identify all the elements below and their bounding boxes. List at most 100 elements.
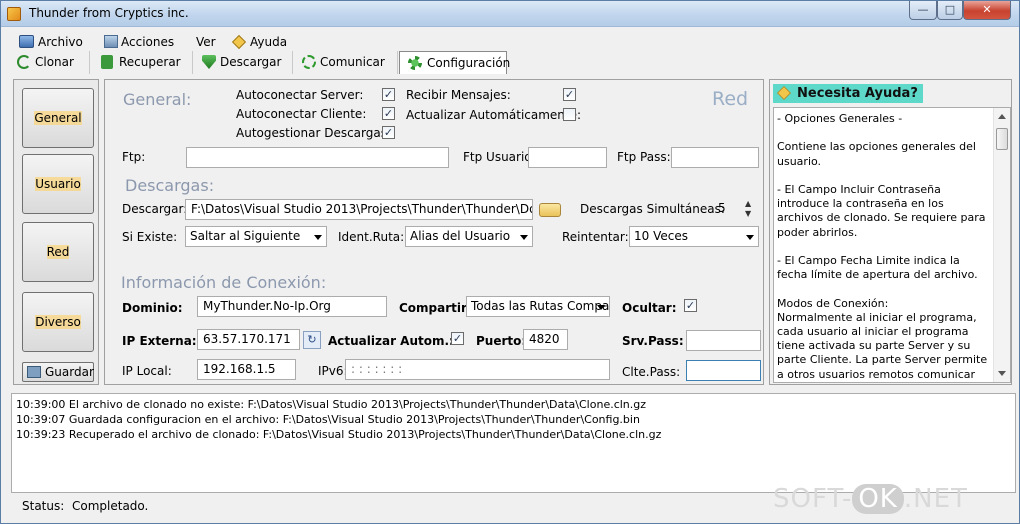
sidebar-item-red[interactable]: Red <box>22 222 94 282</box>
autoconnect-server-checkbox[interactable]: ✓ <box>382 88 395 101</box>
help-title-text: Necesita Ayuda? <box>797 86 918 101</box>
scroll-down-icon[interactable] <box>998 371 1006 376</box>
comunicar-button[interactable]: Comunicar <box>298 51 398 74</box>
menu-ayuda[interactable]: Ayuda <box>231 34 287 50</box>
conexion-section-title: Información de Conexión: <box>121 273 327 292</box>
descargar-path-label: Descargar: <box>122 202 188 216</box>
clte-pass-input[interactable] <box>686 360 761 381</box>
descargar-path-input[interactable]: F:\Datos\Visual Studio 2013\Projects\Thu… <box>185 199 533 220</box>
recuperar-button[interactable]: Recuperar <box>97 51 193 74</box>
reintentar-select[interactable]: 10 Veces <box>629 226 759 247</box>
clte-pass-label: Clte.Pass: <box>622 365 681 379</box>
recibir-mensajes-checkbox[interactable]: ✓ <box>563 88 576 101</box>
simultaneas-label: Descargas Simultáneas: <box>580 202 725 216</box>
puerto-input[interactable]: 4820 <box>523 329 568 350</box>
sidebar-general-label: General <box>34 111 82 125</box>
sidebar-usuario-label: Usuario <box>35 177 81 191</box>
sidebar-item-general[interactable]: General <box>22 88 94 148</box>
browse-folder-icon[interactable] <box>539 203 561 217</box>
menu-ver[interactable]: Ver <box>196 34 216 50</box>
reintentar-value: 10 Veces <box>634 229 688 243</box>
ftp-user-input[interactable] <box>528 147 607 168</box>
srv-pass-input[interactable] <box>686 330 761 351</box>
settings-panel: General: Red Autoconectar Server: ✓ Auto… <box>104 79 764 385</box>
menu-acciones[interactable]: Acciones <box>102 34 174 50</box>
configuracion-tab[interactable]: Configuración <box>399 51 511 74</box>
watermark-ok: OK <box>852 484 904 514</box>
ipv6-input[interactable]: : : : : : : : <box>345 359 610 380</box>
recuperar-icon <box>101 55 113 69</box>
help-textbox[interactable]: - Opciones Generales - Contiene las opci… <box>773 107 1011 383</box>
compartir-value: Todas las Rutas Compa <box>471 299 610 313</box>
autoconnect-server-label: Autoconectar Server: <box>236 88 364 102</box>
help-pane: Necesita Ayuda? - Opciones Generales - C… <box>769 79 1012 385</box>
ftp-label: Ftp: <box>122 150 146 164</box>
watermark: SOFT- OK .NET <box>773 484 968 514</box>
ident-ruta-value: Alias del Usuario <box>410 229 511 243</box>
spin-down-icon[interactable]: ▼ <box>745 210 751 218</box>
menu-acciones-label: Acciones <box>121 35 175 49</box>
menu-bar: Archivo Acciones Ver Ayuda <box>1 34 1019 50</box>
refresh-icon[interactable]: ↻ <box>303 331 321 349</box>
scroll-thumb[interactable] <box>996 128 1008 150</box>
ip-externa-label: IP Externa: <box>122 334 197 348</box>
chevron-down-icon <box>746 235 754 240</box>
actualizar-autom-checkbox[interactable]: ✓ <box>451 332 464 345</box>
clonar-icon <box>17 55 31 69</box>
ip-local-label: IP Local: <box>122 364 172 378</box>
compartir-select[interactable]: Todas las Rutas Compa <box>466 296 610 317</box>
ftp-pass-label: Ftp Pass: <box>617 150 671 164</box>
compartir-label: Compartir: <box>399 301 472 315</box>
autogestionar-checkbox[interactable]: ✓ <box>382 126 395 139</box>
autoconnect-client-checkbox[interactable]: ✓ <box>382 107 395 120</box>
chevron-down-icon <box>520 235 528 240</box>
chevron-down-icon <box>597 305 605 310</box>
log-panel[interactable]: 10:39:00 El archivo de clonado no existe… <box>11 393 1016 493</box>
settings-sidebar: General Usuario Red Diverso Guardar <box>13 79 99 385</box>
general-section-title: General: <box>123 90 192 109</box>
log-line: 10:39:00 El archivo de clonado no existe… <box>16 398 647 411</box>
autoconnect-client-label: Autoconectar Cliente: <box>236 107 367 121</box>
help-scrollbar[interactable] <box>993 108 1010 382</box>
title-bar[interactable]: Thunder from Cryptics inc. — □ ✕ <box>1 1 1019 27</box>
watermark-right: .NET <box>903 484 968 514</box>
help-text: - Opciones Generales - Contiene las opci… <box>777 112 988 382</box>
red-header: Red <box>712 88 749 110</box>
window-title: Thunder from Cryptics inc. <box>29 6 189 20</box>
app-icon <box>7 7 21 21</box>
ocultar-checkbox[interactable]: ✓ <box>684 299 697 312</box>
dominio-input[interactable]: MyThunder.No-Ip.Org <box>197 296 387 317</box>
actualizar-auto-checkbox[interactable] <box>563 108 576 121</box>
ip-local-input[interactable]: 192.168.1.5 <box>197 359 296 380</box>
recibir-mensajes-label: Recibir Mensajes: <box>406 88 511 102</box>
ip-externa-input[interactable]: 63.57.170.171 <box>197 329 300 350</box>
clonar-label: Clonar <box>35 55 74 69</box>
configuracion-label: Configuración <box>427 56 511 70</box>
actualizar-autom-label: Actualizar Autom.: <box>328 334 454 348</box>
spin-up-icon[interactable]: ▲ <box>745 200 751 208</box>
srv-pass-label: Srv.Pass: <box>622 334 684 348</box>
close-button[interactable]: ✕ <box>963 1 1011 20</box>
descargar-button[interactable]: Descargar <box>198 51 293 74</box>
sidebar-item-usuario[interactable]: Usuario <box>22 154 94 214</box>
maximize-button[interactable]: □ <box>937 1 963 20</box>
si-existe-select[interactable]: Saltar al Siguiente <box>185 226 327 247</box>
chevron-down-icon <box>314 235 322 240</box>
scroll-up-icon[interactable] <box>998 114 1006 119</box>
sidebar-item-diverso[interactable]: Diverso <box>22 292 94 352</box>
clonar-button[interactable]: Clonar <box>13 51 90 74</box>
log-line: 10:39:23 Recuperado el archivo de clonad… <box>16 428 662 441</box>
descargas-section-title: Descargas: <box>125 176 215 195</box>
ident-ruta-label: Ident.Ruta: <box>338 230 405 244</box>
simultaneas-value[interactable]: 5 <box>713 199 743 220</box>
minimize-button[interactable]: — <box>909 1 937 20</box>
configuracion-icon <box>408 56 422 70</box>
ident-ruta-select[interactable]: Alias del Usuario <box>405 226 533 247</box>
ipv6-label: IPv6: <box>318 364 348 378</box>
ftp-input[interactable] <box>186 147 449 168</box>
guardar-button[interactable]: Guardar <box>22 362 94 382</box>
status-label: Status: <box>22 499 65 513</box>
menu-archivo[interactable]: Archivo <box>17 34 83 50</box>
acciones-icon <box>104 35 118 48</box>
ftp-pass-input[interactable] <box>671 147 759 168</box>
